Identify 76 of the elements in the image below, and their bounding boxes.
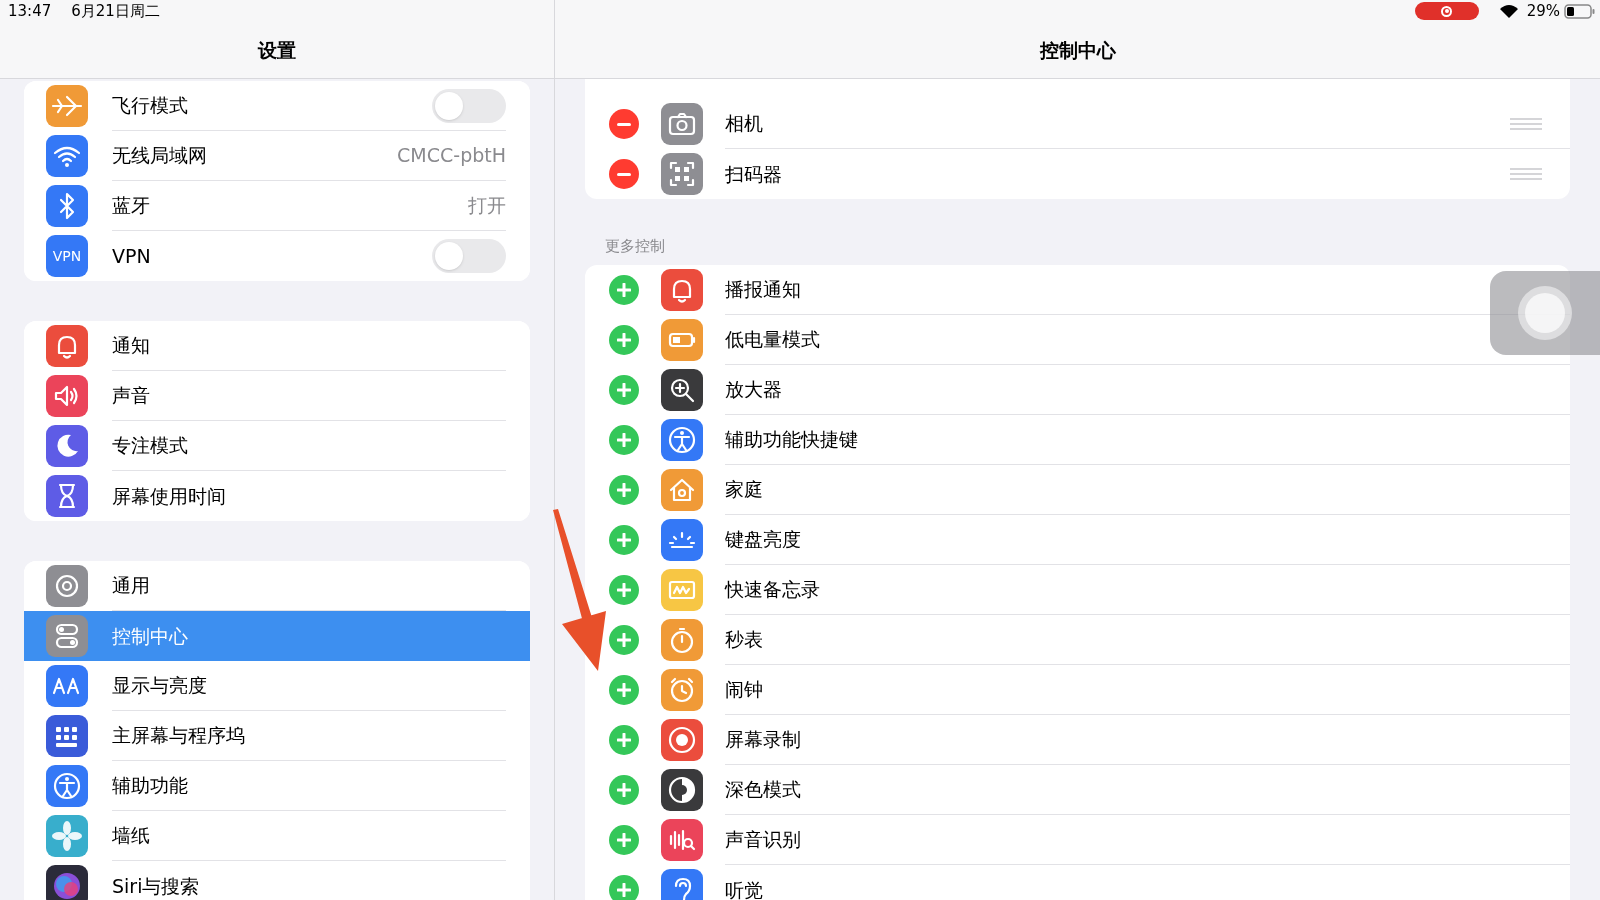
add-button[interactable] — [609, 625, 639, 655]
plus-icon — [617, 783, 631, 797]
vpn-icon: VPN — [46, 235, 88, 277]
page-title: 控制中心 — [1039, 37, 1116, 63]
add-button[interactable] — [609, 875, 639, 900]
plus-icon — [617, 283, 631, 297]
plus-icon — [617, 533, 631, 547]
control-label: 快速备忘录 — [725, 577, 821, 603]
minus-icon — [617, 122, 631, 126]
battery-percent: 29% — [1526, 0, 1560, 22]
row-label: 通知 — [112, 333, 151, 359]
row-label: 显示与亮度 — [112, 673, 208, 699]
row-label: 专注模式 — [112, 433, 189, 459]
plus-icon — [617, 433, 631, 447]
add-button[interactable] — [609, 425, 639, 455]
control-label: 放大器 — [725, 377, 783, 403]
wifi-icon — [1498, 3, 1519, 19]
plus-icon — [617, 483, 631, 497]
control-label: 听觉 — [725, 877, 764, 900]
sidebar-title: 设置 — [258, 37, 296, 63]
remove-button[interactable] — [609, 109, 639, 139]
row-label: 蓝牙 — [112, 193, 151, 219]
plus-icon — [617, 683, 631, 697]
add-button[interactable] — [609, 525, 639, 555]
assistive-touch-button[interactable] — [1490, 271, 1600, 355]
toggle-switch[interactable] — [432, 239, 506, 273]
add-button[interactable] — [609, 675, 639, 705]
row-value: CMCC-pbtH — [397, 143, 506, 169]
row-label: Siri与搜索 — [112, 873, 201, 899]
add-button[interactable] — [609, 775, 639, 805]
control-label: 键盘亮度 — [725, 527, 802, 553]
control-label: 屏幕录制 — [725, 727, 802, 753]
row-label: 辅助功能 — [112, 773, 189, 799]
row-label: 飞行模式 — [112, 93, 189, 119]
control-label: 扫码器 — [725, 161, 783, 187]
control-label: 声音识别 — [725, 827, 802, 853]
control-label: 家庭 — [725, 477, 764, 503]
plus-icon — [617, 333, 631, 347]
control-label: 相机 — [725, 111, 764, 137]
status-date: 6月21日周二 — [71, 0, 160, 22]
add-button[interactable] — [609, 325, 639, 355]
control-label: 低电量模式 — [725, 327, 821, 353]
control-label: 播报通知 — [725, 277, 802, 303]
row-label: 控制中心 — [112, 623, 189, 649]
row-label: 无线局域网 — [112, 143, 208, 169]
control-label: 秒表 — [725, 627, 764, 653]
add-button[interactable] — [609, 825, 639, 855]
plus-icon — [617, 583, 631, 597]
plus-icon — [617, 383, 631, 397]
row-value: 打开 — [468, 193, 506, 219]
drag-handle-icon[interactable] — [1510, 117, 1542, 130]
row-label: 墙纸 — [112, 823, 151, 849]
row-label: 声音 — [112, 383, 151, 409]
battery-icon — [1564, 3, 1596, 19]
add-button[interactable] — [609, 275, 639, 305]
plus-icon — [617, 733, 631, 747]
remove-button[interactable] — [609, 159, 639, 189]
row-label: VPN — [112, 243, 152, 269]
plus-icon — [617, 833, 631, 847]
status-time: 13:47 — [8, 0, 52, 22]
minus-icon — [617, 172, 631, 176]
add-button[interactable] — [609, 575, 639, 605]
section-header: 更多控制 — [605, 235, 665, 257]
drag-handle-icon[interactable] — [1510, 168, 1542, 180]
row-label: 通用 — [112, 573, 151, 599]
plus-icon — [617, 883, 631, 897]
add-button[interactable] — [609, 375, 639, 405]
plus-icon — [617, 633, 631, 647]
control-label: 闹钟 — [725, 677, 764, 703]
row-label: 主屏幕与程序坞 — [112, 723, 246, 749]
control-label: 辅助功能快捷键 — [725, 427, 859, 453]
add-button[interactable] — [609, 725, 639, 755]
control-label: 深色模式 — [725, 777, 802, 803]
add-button[interactable] — [609, 475, 639, 505]
toggle-switch[interactable] — [432, 88, 506, 123]
row-label: 屏幕使用时间 — [112, 483, 227, 509]
